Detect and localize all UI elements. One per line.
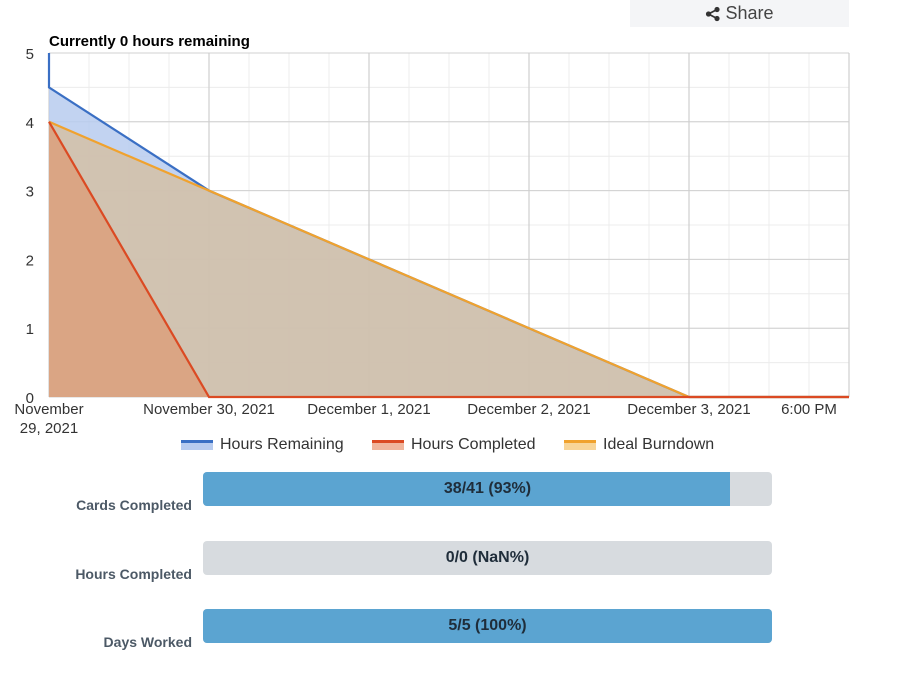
- x-tick-label: December 1, 2021: [307, 401, 430, 418]
- y-tick-label: 2: [26, 252, 34, 269]
- legend-label: Hours Completed: [411, 436, 536, 453]
- legend-label: Ideal Burndown: [603, 436, 715, 453]
- chart-title: Currently 0 hours remaining: [49, 33, 250, 50]
- y-tick-labels: 012345: [26, 46, 34, 407]
- y-tick-label: 1: [26, 321, 34, 338]
- progress-bar-hours-completed: 0/0 (NaN%): [203, 541, 772, 575]
- stat-label-days-worked: Days Worked: [103, 634, 192, 650]
- legend-item-hours-remaining[interactable]: Hours Remaining: [181, 436, 344, 454]
- legend-item-ideal-burndown[interactable]: Ideal Burndown: [564, 436, 714, 454]
- legend-item-hours-completed[interactable]: Hours Completed: [372, 436, 536, 454]
- x-tick-label: 6:00 PM: [781, 401, 837, 418]
- progress-text: 0/0 (NaN%): [445, 549, 530, 566]
- progress-text: 38/41 (93%): [443, 480, 532, 497]
- y-tick-label: 4: [26, 115, 34, 132]
- x-tick-label: December 3, 2021: [627, 401, 750, 418]
- burndown-chart: 012345 November 29, 2021November 30, 2021…: [14, 33, 850, 436]
- x-tick-label: November 30, 2021: [143, 401, 275, 418]
- x-tick-label: November 29, 2021: [14, 401, 83, 436]
- chart-legend: Hours Remaining Hours Completed Ideal Bu…: [0, 436, 902, 460]
- progress-text: 5/5 (100%): [448, 617, 527, 634]
- progress-bar-cards-completed: 38/41 (93%): [203, 472, 772, 506]
- stat-label-cards-completed: Cards Completed: [76, 497, 192, 513]
- legend-swatch-ideal-burndown: [564, 440, 596, 450]
- x-tick-label: December 2, 2021: [467, 401, 590, 418]
- legend-swatch-hours-completed: [372, 440, 404, 450]
- stat-label-hours-completed: Hours Completed: [75, 566, 192, 582]
- legend-label: Hours Remaining: [220, 436, 344, 453]
- y-tick-label: 5: [26, 46, 34, 63]
- progress-bar-days-worked: 5/5 (100%): [203, 609, 772, 643]
- x-tick-labels: November 29, 2021 November 30, 2021 Decembe…: [14, 401, 837, 436]
- y-tick-label: 3: [26, 184, 34, 201]
- legend-swatch-hours-remaining: [181, 440, 213, 450]
